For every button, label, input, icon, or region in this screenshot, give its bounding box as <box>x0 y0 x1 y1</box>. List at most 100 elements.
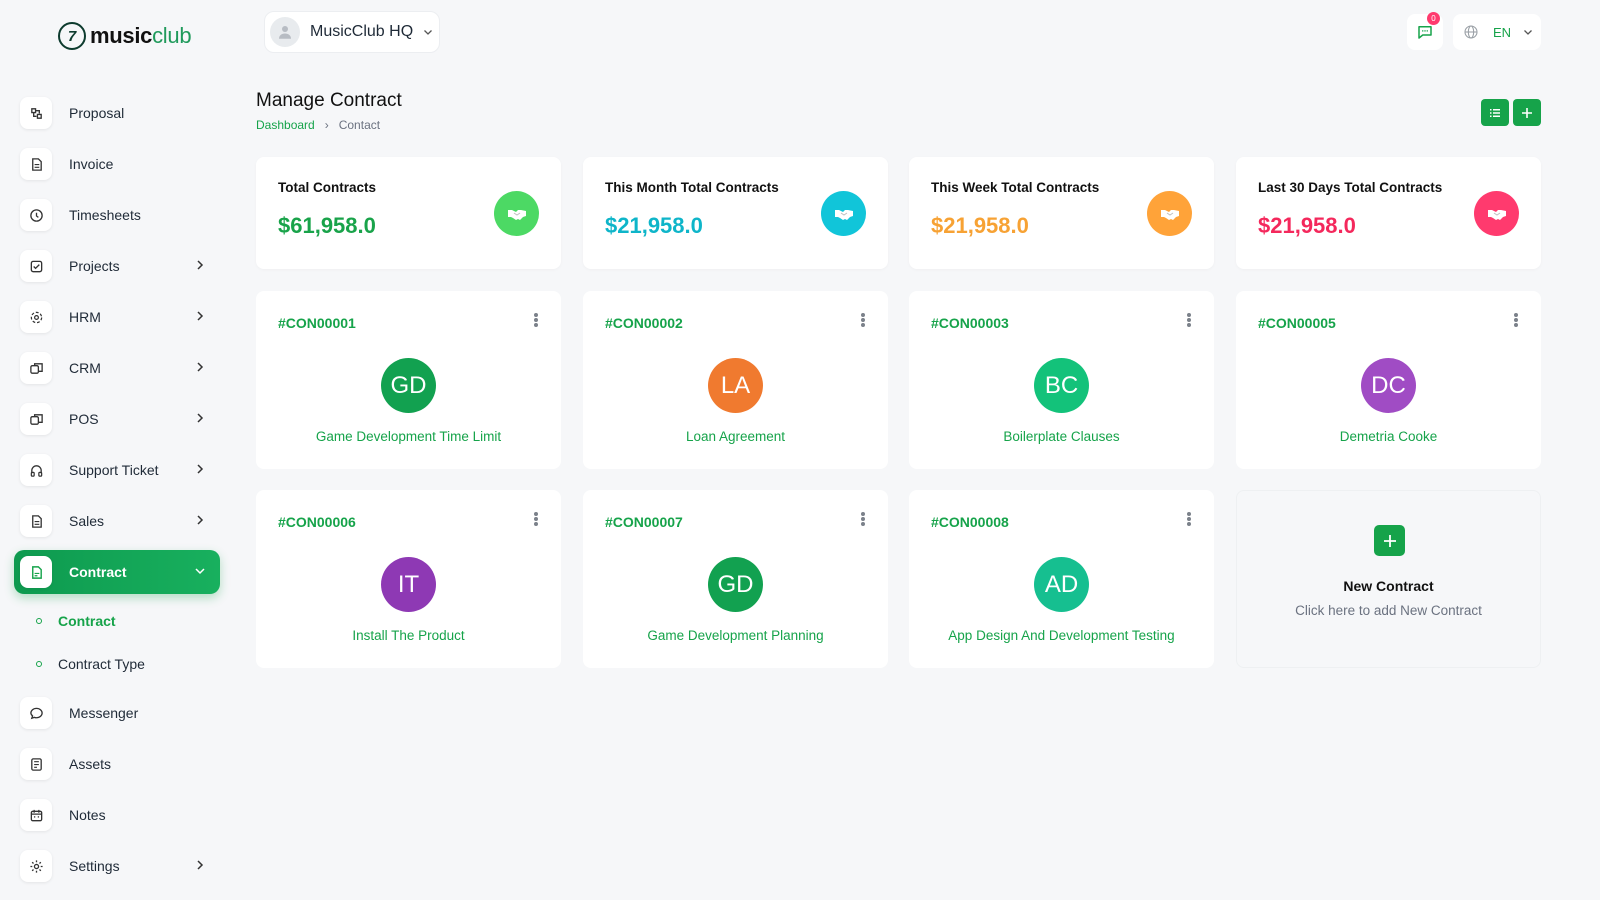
sidebar-item-messenger[interactable]: Messenger <box>14 691 220 735</box>
contract-name[interactable]: Game Development Planning <box>583 628 888 643</box>
contract-id[interactable]: #CON00005 <box>1258 315 1336 331</box>
notifications-button[interactable]: 0 <box>1407 12 1443 50</box>
chevron-right-icon <box>197 362 204 372</box>
sidebar-item-label: Support Ticket <box>69 462 159 478</box>
avatar: GD <box>708 557 763 612</box>
sidebar-item-label: Assets <box>69 756 112 772</box>
handshake-icon <box>494 191 539 236</box>
hrm-icon <box>20 301 52 333</box>
new-contract-card[interactable]: New Contract Click here to add New Contr… <box>1236 490 1541 668</box>
chevron-right-icon <box>197 260 204 270</box>
add-contract-button[interactable] <box>1513 99 1541 126</box>
globe-icon <box>1464 25 1478 39</box>
chevron-right-icon <box>197 515 204 525</box>
headphones-icon <box>20 454 52 486</box>
stat-value: $21,958.0 <box>605 213 703 238</box>
chevron-right-icon <box>197 464 204 474</box>
breadcrumb-dashboard[interactable]: Dashboard <box>256 118 315 132</box>
contract-name[interactable]: Demetria Cooke <box>1236 429 1541 444</box>
avatar: LA <box>708 358 763 413</box>
submenu-item-contract-type[interactable]: Contract Type <box>14 642 220 685</box>
assets-icon <box>20 748 52 780</box>
sidebar-item-settings[interactable]: Settings <box>14 844 220 888</box>
invoice-icon <box>20 148 52 180</box>
contract-name[interactable]: Loan Agreement <box>583 429 888 444</box>
chevron-right-icon <box>197 311 204 321</box>
contract-name[interactable]: Game Development Time Limit <box>256 429 561 444</box>
more-options-icon[interactable] <box>1511 311 1521 329</box>
contract-id[interactable]: #CON00001 <box>278 315 356 331</box>
sidebar-item-invoice[interactable]: Invoice <box>14 142 220 186</box>
clock-icon <box>20 199 52 231</box>
sidebar-item-label: Notes <box>69 807 106 823</box>
sidebar-item-label: Sales <box>69 513 105 529</box>
contract-card[interactable]: #CON00005 DC Demetria Cooke <box>1236 291 1541 469</box>
contract-id[interactable]: #CON00003 <box>931 315 1009 331</box>
contract-card[interactable]: #CON00008 AD App Design And Development Te… <box>909 490 1214 668</box>
workspace-name: MusicClub HQ <box>310 23 414 40</box>
stat-value: $61,958.0 <box>278 213 376 238</box>
list-view-button[interactable] <box>1481 99 1509 126</box>
sidebar-menu: Proposal Invoice Timesheets Projects HRM CRM P… <box>14 91 220 895</box>
sidebar-item-timesheets[interactable]: Timesheets <box>14 193 220 237</box>
logo[interactable]: 7 musicclub <box>58 22 192 50</box>
breadcrumb-current: Contact <box>338 118 381 132</box>
language-selector[interactable]: EN <box>1453 14 1541 50</box>
contract-id[interactable]: #CON00008 <box>931 514 1009 530</box>
stat-card: This Month Total Contracts $21,958.0 <box>583 157 888 269</box>
contract-id[interactable]: #CON00002 <box>605 315 683 331</box>
chat-icon <box>20 697 52 729</box>
submenu-item-contract[interactable]: Contract <box>14 599 220 642</box>
sidebar-item-notes[interactable]: Notes <box>14 793 220 837</box>
more-options-icon[interactable] <box>1184 510 1194 528</box>
contract-name[interactable]: Install The Product <box>256 628 561 643</box>
chevron-down-icon <box>424 30 433 35</box>
more-options-icon[interactable] <box>531 311 541 329</box>
calendar-icon <box>20 799 52 831</box>
user-icon <box>270 17 300 47</box>
contract-card[interactable]: #CON00006 IT Install The Product <box>256 490 561 668</box>
sidebar-item-projects[interactable]: Projects <box>14 244 220 288</box>
sidebar-item-support-ticket[interactable]: Support Ticket <box>14 448 220 492</box>
contract-card[interactable]: #CON00001 GD Game Development Time Limit <box>256 291 561 469</box>
contract-card[interactable]: #CON00002 LA Loan Agreement <box>583 291 888 469</box>
sidebar-item-label: Contract <box>69 564 127 580</box>
contract-name[interactable]: Boilerplate Clauses <box>909 429 1214 444</box>
contract-id[interactable]: #CON00007 <box>605 514 683 530</box>
page-title: Manage Contract <box>256 90 402 111</box>
proposal-icon <box>20 97 52 129</box>
handshake-icon <box>1147 191 1192 236</box>
sidebar-item-label: Invoice <box>69 156 114 172</box>
sidebar-item-label: Timesheets <box>69 207 141 223</box>
sidebar-item-crm[interactable]: CRM <box>14 346 220 390</box>
sales-icon <box>20 505 52 537</box>
sidebar-item-proposal[interactable]: Proposal <box>14 91 220 135</box>
sidebar-item-contract[interactable]: Contract <box>14 550 220 594</box>
sidebar-item-assets[interactable]: Assets <box>14 742 220 786</box>
sidebar-item-label: Settings <box>69 858 120 874</box>
contract-name[interactable]: App Design And Development Testing <box>909 628 1214 643</box>
more-options-icon[interactable] <box>1184 311 1194 329</box>
new-contract-title: New Contract <box>1343 578 1434 594</box>
sidebar-item-sales[interactable]: Sales <box>14 499 220 543</box>
contract-card[interactable]: #CON00003 BC Boilerplate Clauses <box>909 291 1214 469</box>
workspace-switcher[interactable]: MusicClub HQ <box>264 11 440 53</box>
chevron-right-icon <box>197 860 204 870</box>
chat-icon <box>1418 26 1432 39</box>
contract-id[interactable]: #CON00006 <box>278 514 356 530</box>
chevron-right-icon <box>197 413 204 423</box>
new-contract-subtitle: Click here to add New Contract <box>1295 603 1482 618</box>
stat-value: $21,958.0 <box>1258 213 1356 238</box>
projects-icon <box>20 250 52 282</box>
sidebar-item-pos[interactable]: POS <box>14 397 220 441</box>
stat-label: Total Contracts <box>278 180 377 195</box>
avatar: IT <box>381 557 436 612</box>
crm-icon <box>20 352 52 384</box>
submenu-item-label: Contract Type <box>58 655 145 672</box>
more-options-icon[interactable] <box>858 510 868 528</box>
contract-card[interactable]: #CON00007 GD Game Development Planning <box>583 490 888 668</box>
more-options-icon[interactable] <box>858 311 868 329</box>
more-options-icon[interactable] <box>531 510 541 528</box>
sidebar-item-hrm[interactable]: HRM <box>14 295 220 339</box>
stat-label: Last 30 Days Total Contracts <box>1258 180 1443 195</box>
